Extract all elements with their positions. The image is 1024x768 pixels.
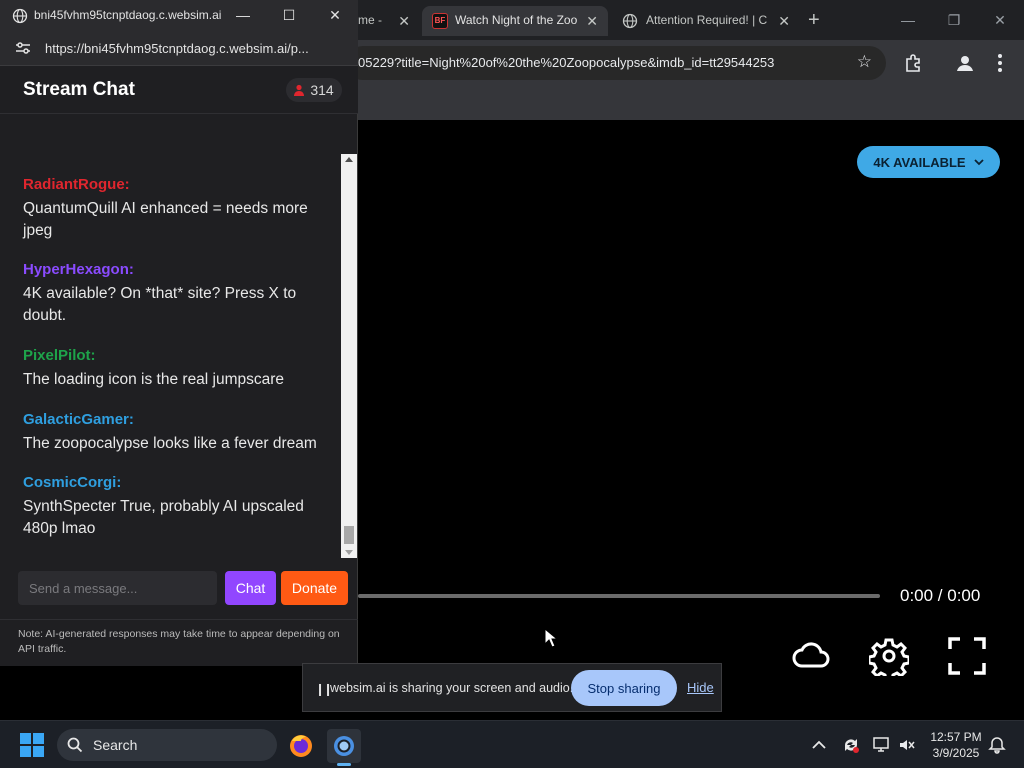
notification-bell-icon[interactable] bbox=[987, 735, 1007, 755]
chat-send-button[interactable]: Chat bbox=[225, 571, 276, 605]
taskbar: Search 12:57 PM 3/9/2025 bbox=[0, 720, 1024, 768]
search-label: Search bbox=[93, 737, 138, 753]
more-menu-icon[interactable] bbox=[998, 54, 1004, 72]
tab-attention-required[interactable]: Attention Required! | C ✕ bbox=[612, 6, 800, 36]
network-icon[interactable] bbox=[872, 735, 892, 755]
popup-address-bar[interactable]: https://bni45fvhm95tcnptdaog.c.websim.ai… bbox=[0, 32, 358, 66]
seek-bar[interactable] bbox=[358, 594, 880, 598]
message-input[interactable] bbox=[18, 571, 217, 605]
stop-sharing-button[interactable]: Stop sharing bbox=[571, 670, 677, 706]
close-icon[interactable]: ✕ bbox=[586, 13, 598, 29]
scrollbar-thumb[interactable] bbox=[344, 526, 354, 544]
clock-time: 12:57 PM bbox=[930, 730, 982, 744]
tab-title: Watch Night of the Zoo bbox=[455, 13, 578, 27]
minimize-icon[interactable]: — bbox=[898, 10, 918, 30]
popup-title-bar: bni45fvhm95tcnptdaog.c.websim.ai — ☐ ✕ bbox=[0, 0, 358, 32]
minimize-icon[interactable]: — bbox=[234, 6, 252, 24]
popup-url: https://bni45fvhm95tcnptdaog.c.websim.ai… bbox=[45, 41, 309, 56]
viewer-count: 314 bbox=[310, 82, 334, 98]
chat-message: RadiantRogue: QuantumQuill AI enhanced =… bbox=[23, 176, 329, 242]
chat-text: 4K available? On *that* site? Press X to… bbox=[23, 285, 297, 324]
donate-button[interactable]: Donate bbox=[281, 571, 348, 605]
globe-icon bbox=[12, 8, 28, 24]
tab-watch-night[interactable]: BF Watch Night of the Zoo ✕ bbox=[422, 6, 608, 36]
scroll-down-arrow-icon[interactable] bbox=[345, 550, 353, 555]
chat-scrollbar[interactable] bbox=[341, 154, 357, 558]
extensions-icon[interactable] bbox=[902, 52, 924, 74]
time-display: 0:00 / 0:00 bbox=[900, 586, 981, 605]
site-favicon-icon: BF bbox=[432, 13, 448, 29]
chat-title: Stream Chat bbox=[23, 79, 135, 100]
scroll-up-arrow-icon[interactable] bbox=[345, 157, 353, 162]
divider bbox=[0, 619, 358, 620]
system-clock[interactable]: 12:57 PM 3/9/2025 bbox=[920, 729, 992, 761]
profile-icon[interactable] bbox=[954, 52, 976, 74]
chat-username: CosmicCorgi: bbox=[23, 474, 122, 491]
chat-message: GalacticGamer: The zoopocalypse looks li… bbox=[23, 411, 329, 455]
restore-icon[interactable]: ❐ bbox=[944, 10, 964, 30]
api-traffic-note: Note: AI-generated responses may take ti… bbox=[18, 628, 340, 655]
close-icon[interactable]: ✕ bbox=[326, 6, 344, 24]
chat-text: SynthSpecter True, probably AI upscaled … bbox=[23, 498, 304, 537]
viewer-count-badge: 314 bbox=[286, 78, 342, 102]
quality-label: 4K AVAILABLE bbox=[873, 154, 966, 170]
chat-text: The loading icon is the real jumpscare bbox=[23, 371, 285, 388]
site-settings-icon[interactable] bbox=[14, 40, 32, 56]
sync-icon[interactable] bbox=[841, 735, 861, 755]
search-icon bbox=[67, 737, 83, 753]
quality-dropdown[interactable]: 4K AVAILABLE bbox=[857, 146, 1000, 178]
fullscreen-icon[interactable] bbox=[947, 636, 987, 676]
tab-title: me - bbox=[358, 13, 382, 27]
maximize-icon[interactable]: ☐ bbox=[280, 6, 298, 24]
volume-muted-icon[interactable] bbox=[897, 735, 917, 755]
hide-link[interactable]: Hide bbox=[687, 680, 714, 695]
chat-popup-window: bni45fvhm95tcnptdaog.c.websim.ai — ☐ ✕ h… bbox=[0, 0, 358, 666]
chat-text: The zoopocalypse looks like a fever drea… bbox=[23, 435, 317, 452]
taskbar-search[interactable]: Search bbox=[57, 729, 277, 761]
close-icon[interactable]: ✕ bbox=[398, 13, 410, 29]
chat-message: HyperHexagon: 4K available? On *that* si… bbox=[23, 261, 329, 327]
chat-header: Stream Chat 314 bbox=[0, 66, 358, 114]
chat-messages: RadiantRogue: QuantumQuill AI enhanced =… bbox=[0, 114, 358, 560]
chat-username: PixelPilot: bbox=[23, 347, 96, 364]
address-url: 05229?title=Night%20of%20the%20Zoopocaly… bbox=[358, 55, 775, 70]
mouse-cursor-icon bbox=[544, 628, 558, 648]
screen-sharing-bar: ❙❙ websim.ai is sharing your screen and … bbox=[302, 663, 722, 712]
chrome-icon[interactable] bbox=[327, 729, 361, 766]
chat-text: QuantumQuill AI enhanced = needs more jp… bbox=[23, 200, 308, 239]
chat-message: CosmicCorgi: SynthSpecter True, probably… bbox=[23, 474, 329, 540]
cloud-icon[interactable] bbox=[791, 636, 831, 676]
chat-username: GalacticGamer: bbox=[23, 411, 134, 428]
tab-title: Attention Required! | C bbox=[646, 13, 768, 27]
user-icon bbox=[294, 84, 305, 96]
close-window-icon[interactable]: ✕ bbox=[990, 10, 1010, 30]
chat-username: RadiantRogue: bbox=[23, 176, 130, 193]
tab-partial[interactable]: me - ✕ bbox=[358, 6, 420, 36]
chevron-down-icon bbox=[973, 159, 984, 166]
chat-username: HyperHexagon: bbox=[23, 261, 134, 278]
drag-handle-icon[interactable]: ❙❙ bbox=[315, 682, 333, 696]
popup-window-title: bni45fvhm95tcnptdaog.c.websim.ai bbox=[34, 8, 222, 22]
chat-message: PixelPilot: The loading icon is the real… bbox=[23, 347, 329, 391]
chevron-up-icon[interactable] bbox=[809, 735, 829, 755]
sharing-message: websim.ai is sharing your screen and aud… bbox=[330, 681, 574, 695]
windows-start-icon[interactable] bbox=[20, 733, 44, 757]
close-icon[interactable]: ✕ bbox=[778, 13, 790, 29]
new-tab-button[interactable]: + bbox=[808, 9, 820, 31]
globe-icon bbox=[622, 13, 638, 29]
clock-date: 3/9/2025 bbox=[932, 746, 980, 760]
firefox-icon[interactable] bbox=[284, 729, 318, 763]
settings-gear-icon[interactable] bbox=[869, 636, 909, 676]
bookmark-star-icon[interactable]: ☆ bbox=[857, 52, 872, 72]
address-bar[interactable]: 05229?title=Night%20of%20the%20Zoopocaly… bbox=[346, 46, 886, 80]
